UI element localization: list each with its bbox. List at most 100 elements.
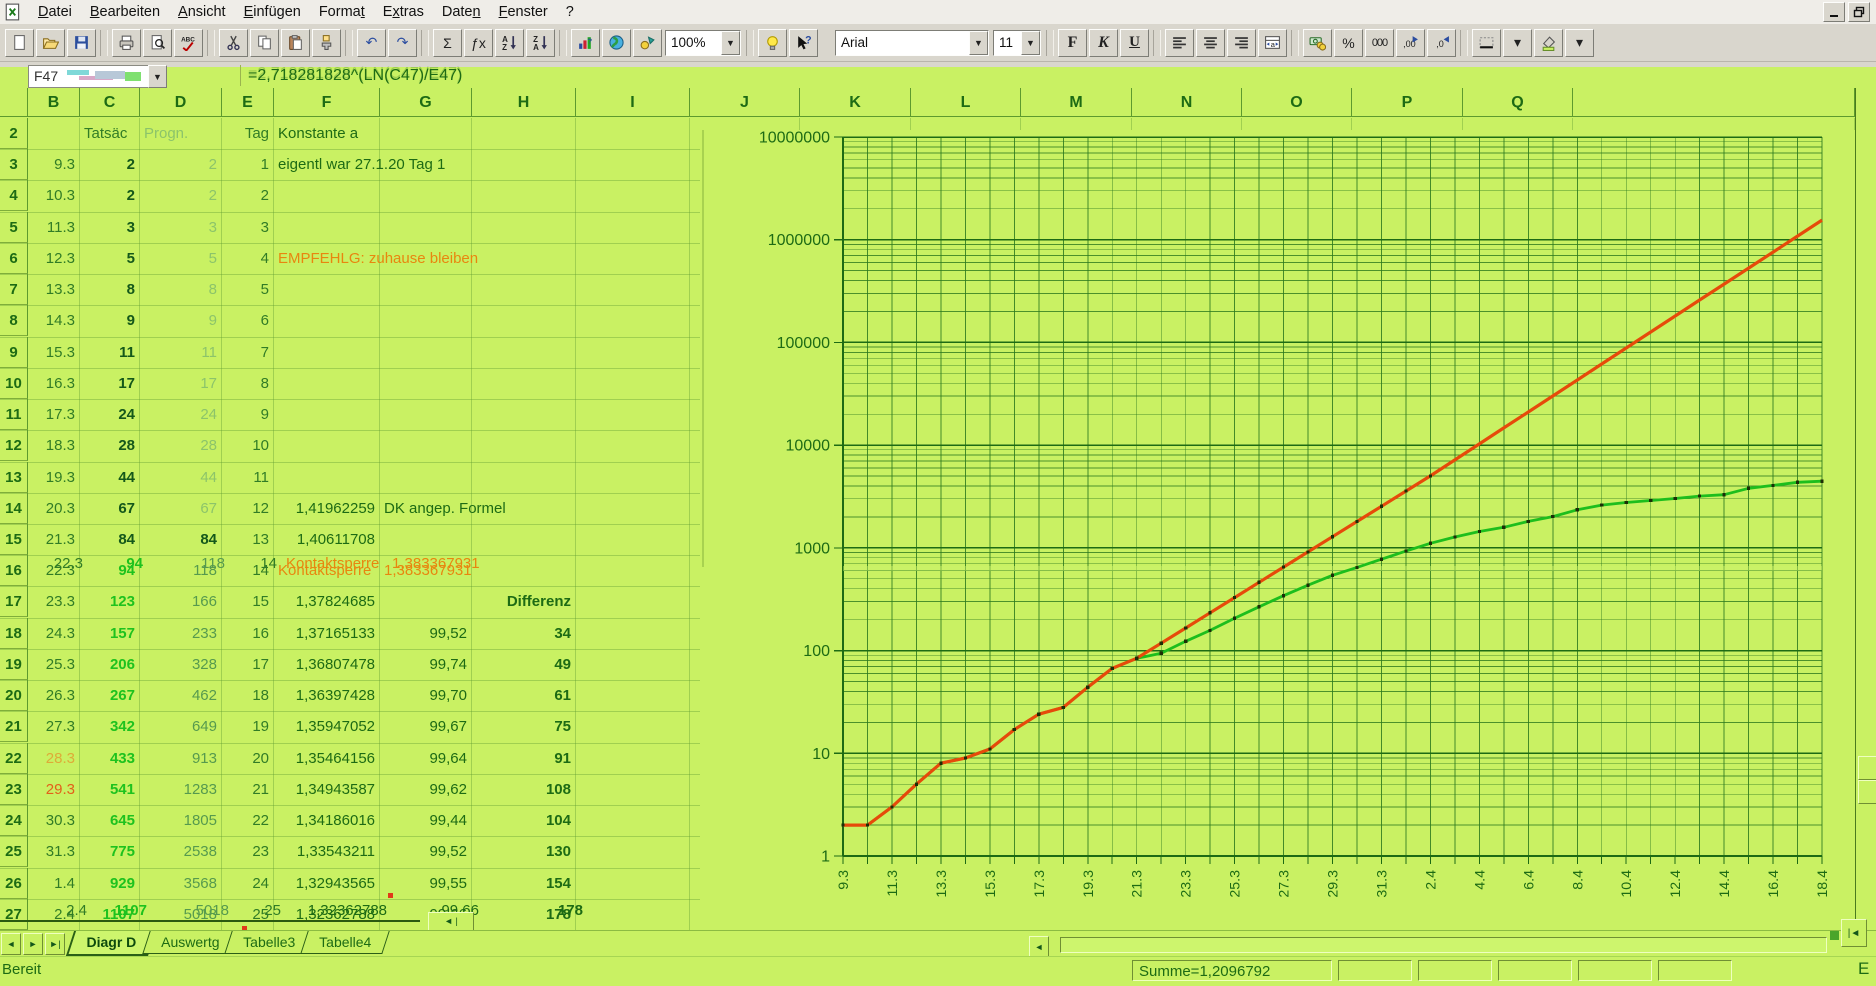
zoom-select-arrow[interactable]: ▼ bbox=[721, 31, 740, 55]
menu-item-bearbeiten[interactable]: Bearbeiten bbox=[81, 2, 169, 22]
cell-B20[interactable]: 26.3 bbox=[28, 680, 80, 711]
cell-C11[interactable]: 24 bbox=[80, 399, 140, 430]
font-size-select-arrow[interactable]: ▼ bbox=[1021, 31, 1040, 55]
row-header-7[interactable]: 7 bbox=[0, 274, 28, 305]
save-button[interactable] bbox=[67, 29, 96, 57]
cell-C4[interactable]: 2 bbox=[80, 180, 140, 211]
cell-G26[interactable]: 99,55 bbox=[380, 868, 472, 899]
cell-D2[interactable]: Progn. bbox=[140, 118, 226, 149]
column-header-B[interactable]: B bbox=[28, 88, 80, 117]
cell-D27[interactable]: 5018 bbox=[140, 899, 222, 930]
column-header-N[interactable]: N bbox=[1132, 88, 1242, 117]
cell-E2[interactable]: Tag bbox=[222, 118, 274, 149]
cell-E10[interactable]: 8 bbox=[222, 368, 274, 399]
italic-button[interactable]: K bbox=[1089, 29, 1118, 57]
cell-F27[interactable]: 1,32362788 bbox=[274, 899, 380, 930]
restore-button[interactable] bbox=[1848, 2, 1870, 22]
cell-F25[interactable]: 1,33543211 bbox=[274, 836, 380, 867]
cell-C6[interactable]: 5 bbox=[80, 243, 140, 274]
zoom-select[interactable]: 100%▼ bbox=[665, 30, 741, 56]
sort-descending-button[interactable]: ZA bbox=[526, 29, 555, 57]
cell-D3[interactable]: 2 bbox=[140, 149, 222, 180]
cell-D9[interactable]: 11 bbox=[140, 337, 222, 368]
cell-D4[interactable]: 2 bbox=[140, 180, 222, 211]
cell-B22[interactable]: 28.3 bbox=[28, 743, 80, 774]
menu-item-datei[interactable]: Datei bbox=[29, 2, 81, 22]
cell-C17[interactable]: 123 bbox=[80, 586, 140, 617]
font-size-select[interactable]: 11▼ bbox=[993, 30, 1041, 56]
row-header-14[interactable]: 14 bbox=[0, 493, 28, 524]
cell-C22[interactable]: 433 bbox=[80, 743, 140, 774]
last-sheet-button[interactable]: ►| bbox=[45, 933, 65, 955]
cell-B4[interactable]: 10.3 bbox=[28, 180, 80, 211]
cell-D15[interactable]: 84 bbox=[140, 524, 222, 555]
percent-button[interactable]: % bbox=[1334, 29, 1363, 57]
cell-B14[interactable]: 20.3 bbox=[28, 493, 80, 524]
cell-E4[interactable]: 2 bbox=[222, 180, 274, 211]
row-header-9[interactable]: 9 bbox=[0, 337, 28, 368]
sort-ascending-button[interactable]: AZ bbox=[495, 29, 524, 57]
cell-C2[interactable]: Tatsäc bbox=[80, 118, 144, 149]
row-header-5[interactable]: 5 bbox=[0, 212, 28, 243]
cell-F16[interactable]: Kontaktsperre bbox=[274, 555, 384, 586]
cell-E24[interactable]: 22 bbox=[222, 805, 274, 836]
cell-F22[interactable]: 1,35464156 bbox=[274, 743, 380, 774]
row-header-25[interactable]: 25 bbox=[0, 836, 28, 867]
cell-D25[interactable]: 2538 bbox=[140, 836, 222, 867]
cell-E5[interactable]: 3 bbox=[222, 212, 274, 243]
cell-E15[interactable]: 13 bbox=[222, 524, 274, 555]
menu-item-fenster[interactable]: Fenster bbox=[490, 2, 557, 22]
row-header-8[interactable]: 8 bbox=[0, 305, 28, 336]
row-header-11[interactable]: 11 bbox=[0, 399, 28, 430]
cell-C24[interactable]: 645 bbox=[80, 805, 140, 836]
cell-B15[interactable]: 21.3 bbox=[28, 524, 80, 555]
cell-H24[interactable]: 104 bbox=[472, 805, 576, 836]
chart-wizard-button[interactable]: ? bbox=[571, 29, 600, 57]
thousands-button[interactable]: 000 bbox=[1365, 29, 1394, 57]
column-header-O[interactable]: O bbox=[1242, 88, 1352, 117]
cell-C19[interactable]: 206 bbox=[80, 649, 140, 680]
cell-E25[interactable]: 23 bbox=[222, 836, 274, 867]
cell-D24[interactable]: 1805 bbox=[140, 805, 222, 836]
copy-button[interactable] bbox=[250, 29, 279, 57]
cell-B10[interactable]: 16.3 bbox=[28, 368, 80, 399]
cell-C26[interactable]: 929 bbox=[80, 868, 140, 899]
cell-E17[interactable]: 15 bbox=[222, 586, 274, 617]
decrease-decimal-button[interactable]: ,0 bbox=[1427, 29, 1456, 57]
cell-E22[interactable]: 20 bbox=[222, 743, 274, 774]
cell-D5[interactable]: 3 bbox=[140, 212, 222, 243]
cell-E13[interactable]: 11 bbox=[222, 462, 274, 493]
cell-C25[interactable]: 775 bbox=[80, 836, 140, 867]
cell-D23[interactable]: 1283 bbox=[140, 774, 222, 805]
row-header-27[interactable]: 27 bbox=[0, 899, 28, 930]
cell-E21[interactable]: 19 bbox=[222, 711, 274, 742]
name-box-dropdown[interactable]: ▼ bbox=[148, 65, 167, 88]
column-header-F[interactable]: F bbox=[274, 88, 380, 117]
cell-G24[interactable]: 99,44 bbox=[380, 805, 472, 836]
row-header-6[interactable]: 6 bbox=[0, 243, 28, 274]
cell-D22[interactable]: 913 bbox=[140, 743, 222, 774]
column-header-Q[interactable]: Q bbox=[1463, 88, 1573, 117]
menu-item-?[interactable]: ? bbox=[557, 2, 583, 22]
cell-G22[interactable]: 99,64 bbox=[380, 743, 472, 774]
vscroll-fragment-box[interactable] bbox=[1858, 780, 1876, 804]
cell-G20[interactable]: 99,70 bbox=[380, 680, 472, 711]
cell-C9[interactable]: 11 bbox=[80, 337, 140, 368]
cell-H23[interactable]: 108 bbox=[472, 774, 576, 805]
column-header-partial[interactable] bbox=[1573, 88, 1855, 117]
tip-wizard-button[interactable] bbox=[758, 29, 787, 57]
cell-B6[interactable]: 12.3 bbox=[28, 243, 80, 274]
cell-G16[interactable]: 1,383367931 bbox=[380, 555, 476, 586]
cell-E23[interactable]: 21 bbox=[222, 774, 274, 805]
autosum-button[interactable]: Σ bbox=[433, 29, 462, 57]
cell-G19[interactable]: 99,74 bbox=[380, 649, 472, 680]
cell-B5[interactable]: 11.3 bbox=[28, 212, 80, 243]
cell-D6[interactable]: 5 bbox=[140, 243, 222, 274]
new-document-button[interactable] bbox=[5, 29, 34, 57]
row-header-20[interactable]: 20 bbox=[0, 680, 28, 711]
row-header-4[interactable]: 4 bbox=[0, 180, 28, 211]
column-header-D[interactable]: D bbox=[140, 88, 222, 117]
cell-B23[interactable]: 29.3 bbox=[28, 774, 80, 805]
cell-E7[interactable]: 5 bbox=[222, 274, 274, 305]
cell-C15[interactable]: 84 bbox=[80, 524, 140, 555]
